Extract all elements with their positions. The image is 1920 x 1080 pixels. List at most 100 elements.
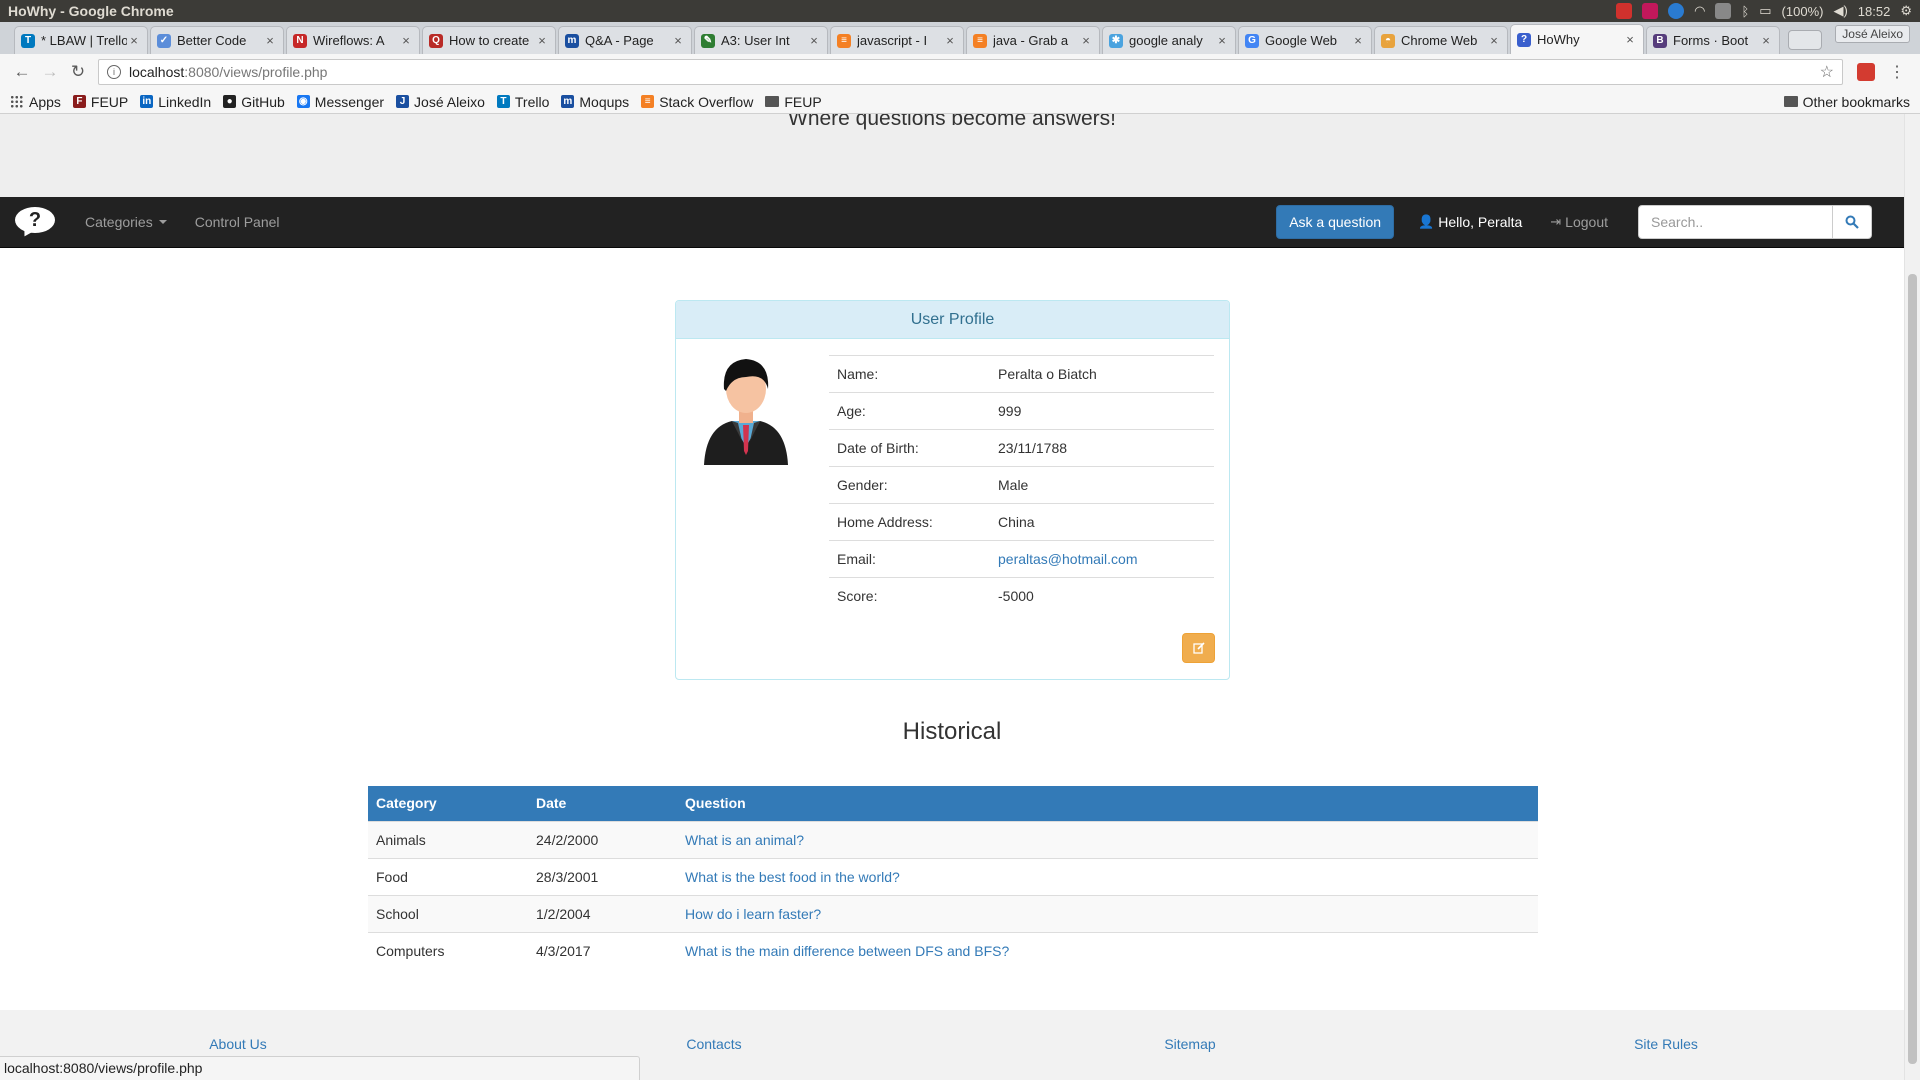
forward-arrow-icon[interactable]: → [36, 58, 64, 86]
browser-tab[interactable]: m Q&A - Page × [558, 26, 692, 54]
chrome-menu-icon[interactable]: ⋮ [1889, 62, 1905, 82]
system-tray: ◠ ᛒ ▭ (100%) ◀) 18:52 ⚙ [1616, 3, 1912, 19]
user-greeting[interactable]: 👤 Hello, Peralta [1418, 214, 1522, 230]
site-slogan: Where questions become answers! [788, 114, 1116, 130]
question-link[interactable]: What is the main difference between DFS … [685, 943, 1009, 959]
bookmark-item[interactable]: m Moqups [561, 94, 629, 110]
profile-field-value: -5000 [990, 577, 1214, 615]
bookmark-item[interactable]: F FEUP [72, 94, 128, 110]
bookmark-item[interactable]: in LinkedIn [140, 94, 211, 110]
bookmark-item[interactable]: Apps [10, 94, 61, 110]
tab-close-icon[interactable]: × [671, 33, 685, 48]
settings-gear-icon[interactable]: ⚙ [1900, 3, 1912, 19]
bookmark-label: FEUP [784, 93, 822, 110]
browser-tab[interactable]: G Google Web × [1238, 26, 1372, 54]
tab-title: google analy [1129, 33, 1203, 48]
profile-row: Email: peraltas@hotmail.com [829, 540, 1214, 578]
bluetooth-icon[interactable]: ᛒ [1741, 4, 1749, 19]
bookmark-item[interactable]: ≡ Stack Overflow [641, 94, 753, 110]
mail-indicator-icon[interactable] [1616, 3, 1633, 19]
edit-profile-button[interactable] [1182, 633, 1215, 663]
tab-favicon-icon: B [1653, 33, 1667, 48]
back-arrow-icon[interactable]: ← [8, 58, 36, 86]
bookmark-favicon-icon: m [561, 95, 575, 108]
tab-close-icon[interactable]: × [1351, 33, 1365, 48]
footer-link[interactable]: Site Rules [1428, 1036, 1904, 1080]
tab-close-icon[interactable]: × [1079, 33, 1093, 48]
browser-tab[interactable]: ≡ java - Grab a × [966, 26, 1100, 54]
tab-close-icon[interactable]: × [1623, 32, 1637, 47]
tab-close-icon[interactable]: × [1215, 33, 1229, 48]
navbar-right: Ask a question 👤 Hello, Peralta ⇥ Logout [1276, 205, 1872, 239]
site-info-icon[interactable]: i [107, 65, 121, 79]
table-row: Food 28/3/2001 What is the best food in th… [368, 857, 1538, 895]
logout-link[interactable]: ⇥ Logout [1550, 214, 1608, 230]
bookmark-item[interactable]: ◉ Messenger [296, 94, 384, 110]
bookmark-item[interactable]: ● GitHub [223, 94, 285, 110]
browser-tab[interactable]: N Wireflows: A × [286, 26, 420, 54]
bookmark-item[interactable]: FEUP [765, 93, 822, 110]
wifi-icon[interactable]: ◠ [1694, 3, 1705, 19]
keyboard-layout-icon[interactable] [1715, 3, 1732, 19]
question-bubble-icon[interactable]: ? [15, 207, 57, 240]
tab-close-icon[interactable]: × [127, 33, 141, 48]
browser-tab[interactable]: ≡ javascript - I × [830, 26, 964, 54]
tab-close-icon[interactable]: × [1487, 33, 1501, 48]
browser-tab[interactable]: ✎ A3: User Int × [694, 26, 828, 54]
profile-row: Home Address: China [829, 503, 1214, 541]
scrollbar-thumb[interactable] [1908, 274, 1917, 1064]
new-tab-button[interactable] [1788, 30, 1822, 50]
window-title: HoWhy - Google Chrome [8, 3, 174, 19]
email-link[interactable]: peraltas@hotmail.com [998, 551, 1138, 567]
tab-title: Better Code [177, 33, 247, 48]
tab-close-icon[interactable]: × [399, 33, 413, 48]
tab-close-icon[interactable]: × [1759, 33, 1773, 48]
tab-favicon-icon: ✎ [701, 33, 715, 48]
question-link[interactable]: How do i learn faster? [685, 906, 821, 922]
tab-close-icon[interactable]: × [535, 33, 549, 48]
table-row: Animals 24/2/2000 What is an animal? [368, 820, 1538, 858]
volume-icon[interactable]: ◀) [1833, 3, 1847, 19]
extension-icon[interactable] [1857, 63, 1875, 81]
bookmark-item[interactable]: J José Aleixo [396, 94, 485, 110]
search-button[interactable] [1833, 205, 1872, 239]
page-scrollbar[interactable] [1904, 114, 1920, 1080]
question-link[interactable]: What is an animal? [685, 832, 804, 848]
tab-close-icon[interactable]: × [263, 33, 277, 48]
row-question: What is the best food in the world? [677, 857, 1538, 895]
browser-tab[interactable]: B Forms · Boot × [1646, 26, 1780, 54]
edit-icon [1192, 642, 1205, 654]
browser-tab[interactable]: ◓ Chrome Web × [1374, 26, 1508, 54]
row-date: 24/2/2000 [528, 820, 677, 858]
browser-tab[interactable]: Q How to create × [422, 26, 556, 54]
address-bar[interactable]: i localhost:8080/views/profile.php ☆ [98, 59, 1843, 85]
browser-tab[interactable]: ✱ google analy × [1102, 26, 1236, 54]
app-indicator-icon[interactable] [1642, 3, 1659, 19]
tab-close-icon[interactable]: × [943, 33, 957, 48]
search-input[interactable] [1638, 205, 1833, 239]
sync-icon[interactable] [1668, 3, 1685, 19]
profile-badge[interactable]: José Aleixo [1835, 25, 1910, 43]
tab-favicon-icon: ✓ [157, 33, 171, 48]
profile-field-label: Name: [829, 355, 990, 393]
bookmark-item[interactable]: T Trello [496, 94, 549, 110]
ask-question-button[interactable]: Ask a question [1276, 205, 1395, 239]
reload-icon[interactable]: ↻ [64, 58, 92, 86]
table-row: Computers 4/3/2017 What is the main differ… [368, 931, 1538, 969]
tab-close-icon[interactable]: × [807, 33, 821, 48]
question-link[interactable]: What is the best food in the world? [685, 869, 900, 885]
categories-dropdown[interactable]: Categories [85, 214, 167, 230]
other-bookmarks[interactable]: Other bookmarks [1783, 94, 1910, 110]
control-panel-link[interactable]: Control Panel [195, 214, 280, 230]
footer-link[interactable]: Sitemap [952, 1036, 1428, 1080]
clock[interactable]: 18:52 [1858, 4, 1891, 19]
logout-icon: ⇥ [1550, 214, 1562, 229]
battery-icon[interactable]: ▭ [1759, 3, 1771, 19]
profile-field-label: Date of Birth: [829, 429, 990, 467]
browser-tab[interactable]: ✓ Better Code × [150, 26, 284, 54]
browser-tab[interactable]: ? HoWhy × [1510, 24, 1644, 54]
bookmark-star-icon[interactable]: ☆ [1820, 62, 1834, 82]
profile-field-value: Peralta o Biatch [990, 355, 1214, 393]
browser-tab[interactable]: T * LBAW | Trello × [14, 26, 148, 54]
bookmarks-bar: Apps F FEUP in LinkedIn ● GitHub ◉ Messenger J Jos… [0, 90, 1920, 114]
